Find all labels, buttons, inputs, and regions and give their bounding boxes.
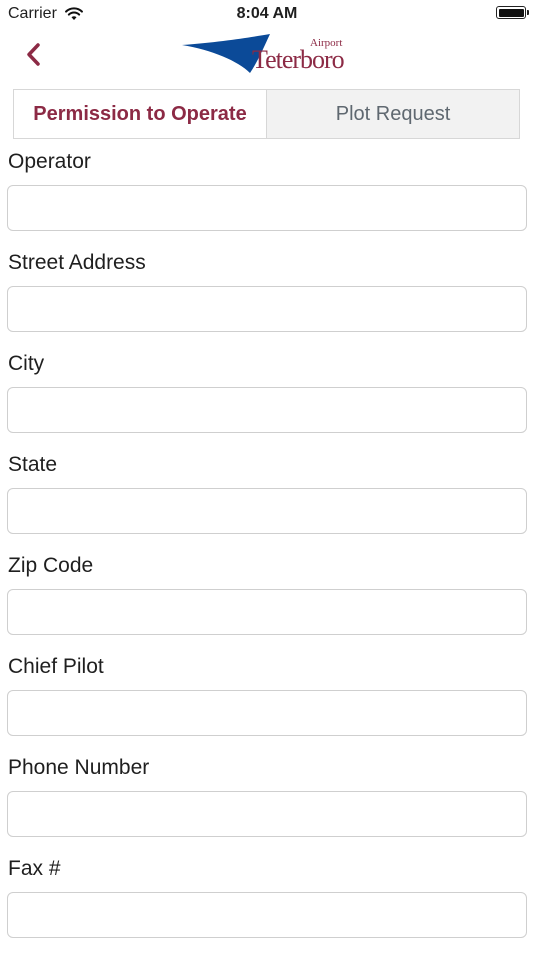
operator-form: Operator Street Address City State Zip C… — [0, 150, 534, 958]
segmented-control: Permission to Operate Plot Request — [13, 89, 520, 139]
field-street-address: Street Address — [0, 251, 534, 352]
zip-code-label: Zip Code — [8, 554, 94, 577]
operator-label: Operator — [8, 150, 91, 173]
logo-teterboro-text: Teterboro — [252, 45, 345, 74]
tab-permission-to-operate[interactable]: Permission to Operate — [14, 90, 267, 138]
battery-icon — [496, 6, 529, 19]
field-fax: Fax # — [0, 857, 534, 958]
tab-plot-request[interactable]: Plot Request — [267, 90, 519, 138]
street-address-input[interactable] — [7, 286, 527, 332]
city-label: City — [8, 352, 45, 375]
chevron-left-icon — [27, 43, 40, 66]
field-phone-number: Phone Number — [0, 756, 534, 857]
operator-input[interactable] — [7, 185, 527, 231]
fax-label: Fax # — [8, 857, 61, 880]
phone-number-input[interactable] — [7, 791, 527, 837]
zip-code-input[interactable] — [7, 589, 527, 635]
state-label: State — [8, 453, 58, 476]
phone-number-label: Phone Number — [8, 756, 150, 779]
street-address-label: Street Address — [8, 251, 146, 274]
back-button[interactable] — [20, 40, 50, 70]
field-city: City — [0, 352, 534, 453]
field-zip-code: Zip Code — [0, 554, 534, 655]
chief-pilot-label: Chief Pilot — [8, 655, 104, 678]
city-input[interactable] — [7, 387, 527, 433]
field-state: State — [0, 453, 534, 554]
field-operator: Operator — [0, 150, 534, 251]
field-chief-pilot: Chief Pilot — [0, 655, 534, 756]
teterboro-airport-logo: Airport Teterboro — [182, 33, 358, 77]
navigation-bar: Airport Teterboro — [0, 28, 534, 84]
status-bar: Carrier 8:04 AM — [0, 0, 534, 28]
fax-input[interactable] — [7, 892, 527, 938]
state-input[interactable] — [7, 488, 527, 534]
clock: 8:04 AM — [236, 5, 298, 22]
chief-pilot-input[interactable] — [7, 690, 527, 736]
